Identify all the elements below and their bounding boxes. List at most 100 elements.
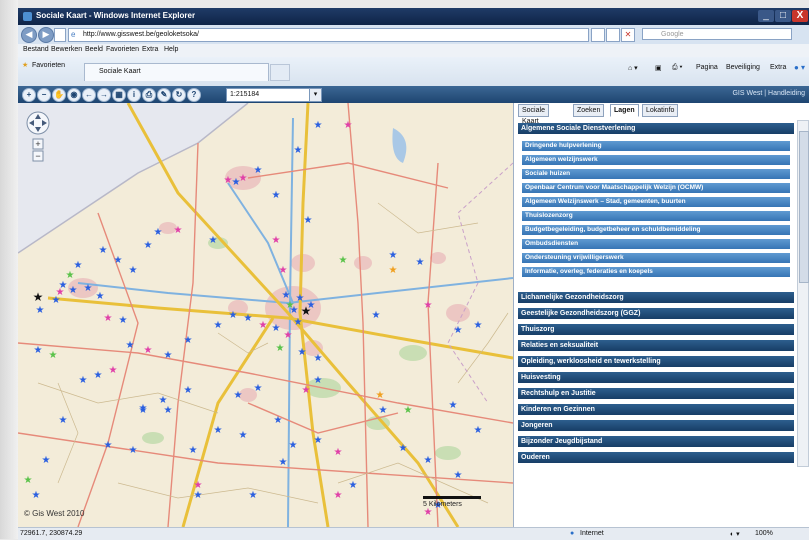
section-item[interactable]: Thuiszorg [518, 324, 794, 335]
poi-marker-icon[interactable]: ★ [454, 470, 463, 481]
section-item[interactable]: Geestelijke Gezondheidszorg (GGZ) [518, 308, 794, 319]
security-menu[interactable]: Beveiliging [726, 64, 760, 71]
layer-item[interactable]: Algemeen Welzijnswerk – Stad, gemeenten,… [522, 197, 790, 207]
poi-marker-icon[interactable]: ★ [474, 425, 483, 436]
history-dropdown[interactable] [54, 28, 66, 42]
section-item[interactable]: Kinderen en Gezinnen [518, 404, 794, 415]
menu-bestand[interactable]: Bestand [23, 46, 49, 53]
poi-marker-icon[interactable]: ★ [229, 310, 238, 321]
section-item[interactable]: Jongeren [518, 420, 794, 431]
poi-marker-icon[interactable]: ★ [69, 285, 78, 296]
pan-icon[interactable]: ✋ [52, 88, 66, 102]
poi-marker-icon[interactable]: ★ [209, 235, 218, 246]
favorites-button[interactable]: Favorieten [32, 62, 65, 69]
close-button[interactable]: X [792, 10, 808, 22]
poi-marker-icon[interactable]: ★ [298, 347, 307, 358]
layer-item[interactable]: Algemeen welzijnswerk [522, 155, 790, 165]
tab-sociale-kaart[interactable]: Sociale Kaart [518, 104, 549, 125]
poi-marker-icon[interactable]: ★ [34, 345, 43, 356]
section-item[interactable]: Lichamelijke Gezondheidszorg [518, 292, 794, 303]
poi-marker-icon[interactable]: ★ [249, 490, 258, 501]
tab-lagen[interactable]: Lagen [610, 104, 639, 117]
poi-marker-icon[interactable]: ★ [239, 430, 248, 441]
feeds-icon[interactable]: ▣ [655, 64, 662, 72]
poi-marker-icon[interactable]: ★ [139, 405, 148, 416]
compat-button[interactable] [591, 28, 605, 42]
identify-icon[interactable]: i [127, 88, 141, 102]
poi-marker-icon[interactable]: ★ [424, 300, 433, 311]
poi-marker-icon[interactable]: ★ [74, 260, 83, 271]
poi-marker-icon[interactable]: ★ [96, 291, 105, 302]
home-icon[interactable]: ⌂ ▾ [628, 64, 638, 72]
tab-zoeken[interactable]: Zoeken [573, 104, 605, 117]
poi-marker-icon[interactable]: ★ [294, 317, 303, 328]
poi-marker-icon[interactable]: ★ [214, 320, 223, 331]
poi-marker-icon[interactable]: ★ [24, 475, 33, 486]
poi-marker-icon[interactable]: ★ [284, 330, 293, 341]
poi-marker-icon[interactable]: ★ [344, 120, 353, 131]
poi-marker-icon[interactable]: ★ [104, 313, 113, 324]
poi-marker-icon[interactable]: ★ [334, 447, 343, 458]
print-map-icon[interactable]: ⎙ [142, 88, 156, 102]
section-item[interactable]: Ouderen [518, 452, 794, 463]
measure-icon[interactable]: ✎ [157, 88, 171, 102]
poi-marker-icon[interactable]: ★ [404, 405, 413, 416]
layer-item[interactable]: Ondersteuning vrijwilligerswerk [522, 253, 790, 263]
poi-marker-icon[interactable]: ★ [314, 435, 323, 446]
poi-marker-icon[interactable]: ★ [279, 457, 288, 468]
next-extent-icon[interactable]: → [97, 88, 111, 102]
maximize-button[interactable]: □ [775, 10, 791, 22]
layer-item[interactable]: Informatie, overleg, federaties en koepe… [522, 267, 790, 277]
poi-marker-icon[interactable]: ★ [189, 445, 198, 456]
menu-extra[interactable]: Extra [142, 46, 158, 53]
poi-marker-icon[interactable]: ★ [349, 480, 358, 491]
poi-marker-icon[interactable]: ★ [424, 455, 433, 466]
poi-marker-icon[interactable]: ★ [164, 405, 173, 416]
section-item[interactable]: Bijzonder Jeugdbijstand [518, 436, 794, 447]
poi-marker-icon[interactable]: ★ [194, 490, 203, 501]
poi-marker-icon[interactable]: ★ [184, 335, 193, 346]
poi-marker-icon[interactable]: ★ [334, 490, 343, 501]
poi-marker-icon[interactable]: ★ [279, 265, 288, 276]
poi-marker-icon[interactable]: ★ [164, 350, 173, 361]
poi-marker-icon[interactable]: ★ [154, 227, 163, 238]
poi-marker-icon[interactable]: ★ [79, 375, 88, 386]
url-field[interactable]: e http://www.gisswest.be/geoloketsoka/ [68, 28, 589, 42]
layer-item[interactable]: Openbaar Centrum voor Maatschappelijk We… [522, 183, 790, 193]
full-extent-icon[interactable]: ◉ [67, 88, 81, 102]
poi-marker-icon[interactable]: ★ [114, 255, 123, 266]
gis-west-help-link[interactable]: GIS West | Handleiding [732, 90, 805, 97]
section-item[interactable]: Huisvesting [518, 372, 794, 383]
poi-marker-icon[interactable]: ★ [274, 415, 283, 426]
print-icon[interactable]: ⎙ ▾ [672, 64, 683, 72]
browser-tab-sociale-kaart[interactable]: Sociale Kaart [84, 63, 269, 81]
poi-marker-icon[interactable]: ★ [379, 405, 388, 416]
poi-marker-icon[interactable]: ★ [104, 440, 113, 451]
poi-marker-icon[interactable]: ★ [234, 390, 243, 401]
poi-marker-icon[interactable]: ★ [94, 370, 103, 381]
poi-marker-icon[interactable]: ★ [109, 365, 118, 376]
poi-marker-icon[interactable]: ★ [184, 385, 193, 396]
zoom-level[interactable]: 100% [755, 530, 773, 537]
menu-bewerken[interactable]: Bewerken [51, 46, 82, 53]
tab-lokatinfo[interactable]: Lokatinfo [642, 104, 679, 117]
poi-marker-icon[interactable]: ★ [424, 507, 433, 518]
poi-marker-icon[interactable]: ★ [272, 235, 281, 246]
poi-marker-icon[interactable]: ★ [389, 250, 398, 261]
poi-marker-icon[interactable]: ★ [304, 215, 313, 226]
poi-marker-icon[interactable]: ★ [129, 445, 138, 456]
poi-marker-icon[interactable]: ★ [49, 350, 58, 361]
menu-help[interactable]: Help [164, 46, 178, 53]
menu-beeld[interactable]: Beeld [85, 46, 103, 53]
poi-marker-icon[interactable]: ★ [174, 225, 183, 236]
poi-marker-icon[interactable]: ★ [126, 340, 135, 351]
layer-item[interactable]: Budgetbegeleiding, budgetbeheer en schul… [522, 225, 790, 235]
new-tab-button[interactable] [270, 64, 290, 81]
poi-marker-icon[interactable]: ★ [416, 257, 425, 268]
poi-marker-icon[interactable]: ★ [84, 283, 93, 294]
scale-dropdown-icon[interactable]: ▾ [309, 88, 322, 102]
previous-extent-icon[interactable]: ← [82, 88, 96, 102]
layer-item[interactable]: Dringende hulpverlening [522, 141, 790, 151]
poi-marker-icon[interactable]: ★ [474, 320, 483, 331]
zoom-out-icon[interactable]: − [37, 88, 51, 102]
